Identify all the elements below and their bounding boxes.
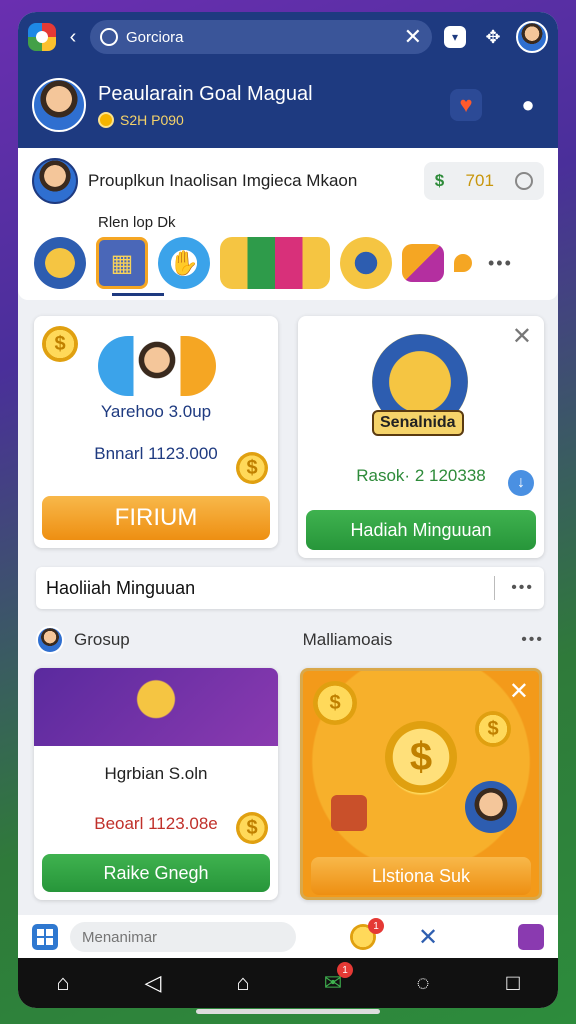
categories-label: Rlen lop Dk: [98, 214, 176, 231]
subheading-right: Malliamoais: [302, 630, 393, 649]
promo-right-banner: Senalnida: [372, 410, 464, 436]
chat-button[interactable]: ●: [512, 89, 544, 121]
house-outline-icon[interactable]: ⌂: [225, 970, 261, 996]
tab-switcher-button[interactable]: ▾: [440, 22, 470, 52]
category-gift-boxes-icon[interactable]: [220, 237, 330, 289]
profile-avatar[interactable]: [32, 78, 86, 132]
category-icon-row: ▦ ✋ •••: [32, 237, 544, 289]
promo-left-button[interactable]: FIRIUM: [42, 496, 270, 540]
coin-icon: $: [42, 326, 78, 362]
group-avatar[interactable]: [32, 158, 78, 204]
promo-left-title: Yarehoo 3.0up: [100, 402, 212, 421]
search-bar[interactable]: Gorciora ✕: [90, 20, 432, 54]
category-coin-icon[interactable]: [340, 237, 392, 289]
account-avatar[interactable]: [516, 21, 548, 53]
bottom-input-bar: 1 ✕: [18, 915, 558, 959]
character-with-coins-image: [34, 668, 278, 746]
balance-pill[interactable]: $ 701: [424, 162, 544, 200]
character-portrait-icon: [465, 781, 517, 833]
profile-subtext: S2H P090: [98, 111, 438, 128]
home-icon[interactable]: ⌂: [45, 970, 81, 996]
promo-right-button[interactable]: Hadiah Minguuan: [306, 510, 536, 550]
close-icon[interactable]: ✕: [509, 677, 529, 706]
coin-notification-badge: 1: [368, 918, 384, 934]
category-trophy-icon[interactable]: [34, 237, 86, 289]
close-icon[interactable]: ✕: [512, 322, 532, 351]
app-logo-icon[interactable]: [28, 23, 56, 51]
back-arrow-icon[interactable]: ‹: [64, 26, 82, 49]
reward-card-right[interactable]: ✕ $ $ $ Llstiona Suk: [300, 668, 542, 900]
recents-icon[interactable]: □: [495, 970, 531, 996]
heart-icon: ♥: [459, 92, 473, 117]
search-query[interactable]: Gorciora: [126, 29, 396, 46]
search-icon: [100, 28, 118, 46]
section-title: Haoliiah Minguuan: [46, 577, 196, 598]
coin-icon: $: [236, 452, 268, 484]
close-icon[interactable]: ✕: [418, 923, 438, 952]
apps-grid-icon[interactable]: [32, 924, 58, 950]
category-gift-icon[interactable]: [402, 244, 444, 282]
category-coins-stack-icon[interactable]: ▦: [96, 237, 148, 289]
refresh-icon[interactable]: ◌: [405, 970, 441, 996]
reward-right-button[interactable]: Llstiona Suk: [311, 857, 531, 895]
coin-icon: $: [236, 812, 268, 844]
section-divider: [494, 576, 496, 600]
tab-switcher-icon: ▾: [444, 26, 466, 48]
group-header-row: Prouplkun Inaolisan Imgieca Mkaon $ 701: [32, 158, 544, 204]
phone-screen: ‹ Gorciora ✕ ▾ ✥ Peaularain Goal Magual …: [18, 12, 558, 1008]
inbox-icon[interactable]: ✉ 1: [315, 962, 353, 996]
coin-icon: [98, 111, 114, 128]
character-with-gifts-illustration: [98, 336, 216, 396]
profile-sub-value: S2H P090: [120, 111, 184, 128]
puzzle-icon[interactable]: ✥: [478, 22, 508, 52]
coin-notification-button[interactable]: 1: [350, 918, 384, 950]
reward-card-left[interactable]: Hgrbian S.oln Beoarl 1123.08e $ Raike Gn…: [34, 668, 278, 900]
add-icon[interactable]: ↓: [508, 470, 534, 496]
section-more-icon[interactable]: •••: [511, 579, 534, 597]
puzzle-icon[interactable]: [518, 924, 544, 950]
coin-icon: $: [475, 711, 511, 747]
browser-top-bar: ‹ Gorciora ✕ ▾ ✥: [18, 12, 558, 62]
profile-info: Peaularain Goal Magual S2H P090: [98, 83, 438, 128]
group-title: Prouplkun Inaolisan Imgieca Mkaon: [88, 171, 358, 190]
treasure-chest-icon: [331, 795, 367, 831]
section-header-bar: Haoliiah Minguuan •••: [36, 567, 544, 609]
system-nav-bar: ⌂ ◁ ⌂ ✉ 1 ◌ □: [18, 958, 558, 1008]
profile-header: Peaularain Goal Magual S2H P090 ♥ ●: [18, 62, 558, 148]
group-card: Prouplkun Inaolisan Imgieca Mkaon $ 701 …: [18, 148, 558, 300]
dollar-icon: $: [434, 171, 445, 190]
profile-name: Peaularain Goal Magual: [98, 82, 313, 105]
back-icon[interactable]: ◁: [135, 970, 171, 996]
home-indicator[interactable]: [196, 1009, 380, 1014]
reward-left-button[interactable]: Raike Gnegh: [42, 854, 270, 892]
category-small-coin-icon[interactable]: [454, 254, 472, 272]
group-small-avatar[interactable]: [36, 626, 64, 654]
coin-icon: $: [313, 681, 357, 725]
balance-value: 701: [465, 171, 494, 190]
promo-card-right[interactable]: ✕ Senalnida Rasok· 2 120338 ↓ Hadiah Min…: [298, 316, 544, 558]
category-hand-icon[interactable]: ✋: [158, 237, 210, 289]
chat-bubble-icon: ●: [521, 92, 535, 117]
reward-left-title: Hgrbian S.oln: [104, 764, 208, 783]
heart-button[interactable]: ♥: [450, 89, 482, 121]
subheadings-row: Grosup Malliamoais •••: [36, 626, 544, 654]
inbox-badge: 1: [337, 962, 353, 978]
message-input[interactable]: [70, 922, 296, 952]
subheading-more-icon[interactable]: •••: [521, 631, 544, 649]
active-category-indicator: [112, 293, 164, 296]
subheading-left: Grosup: [74, 630, 130, 649]
promo-card-left[interactable]: $ Yarehoo 3.0up Bnnarl 1123.000 $ FIRIUM: [34, 316, 278, 548]
big-coin-icon: $: [385, 721, 457, 793]
refresh-icon[interactable]: [515, 172, 534, 190]
clear-search-icon[interactable]: ✕: [404, 24, 422, 50]
more-categories-icon[interactable]: •••: [488, 253, 513, 274]
